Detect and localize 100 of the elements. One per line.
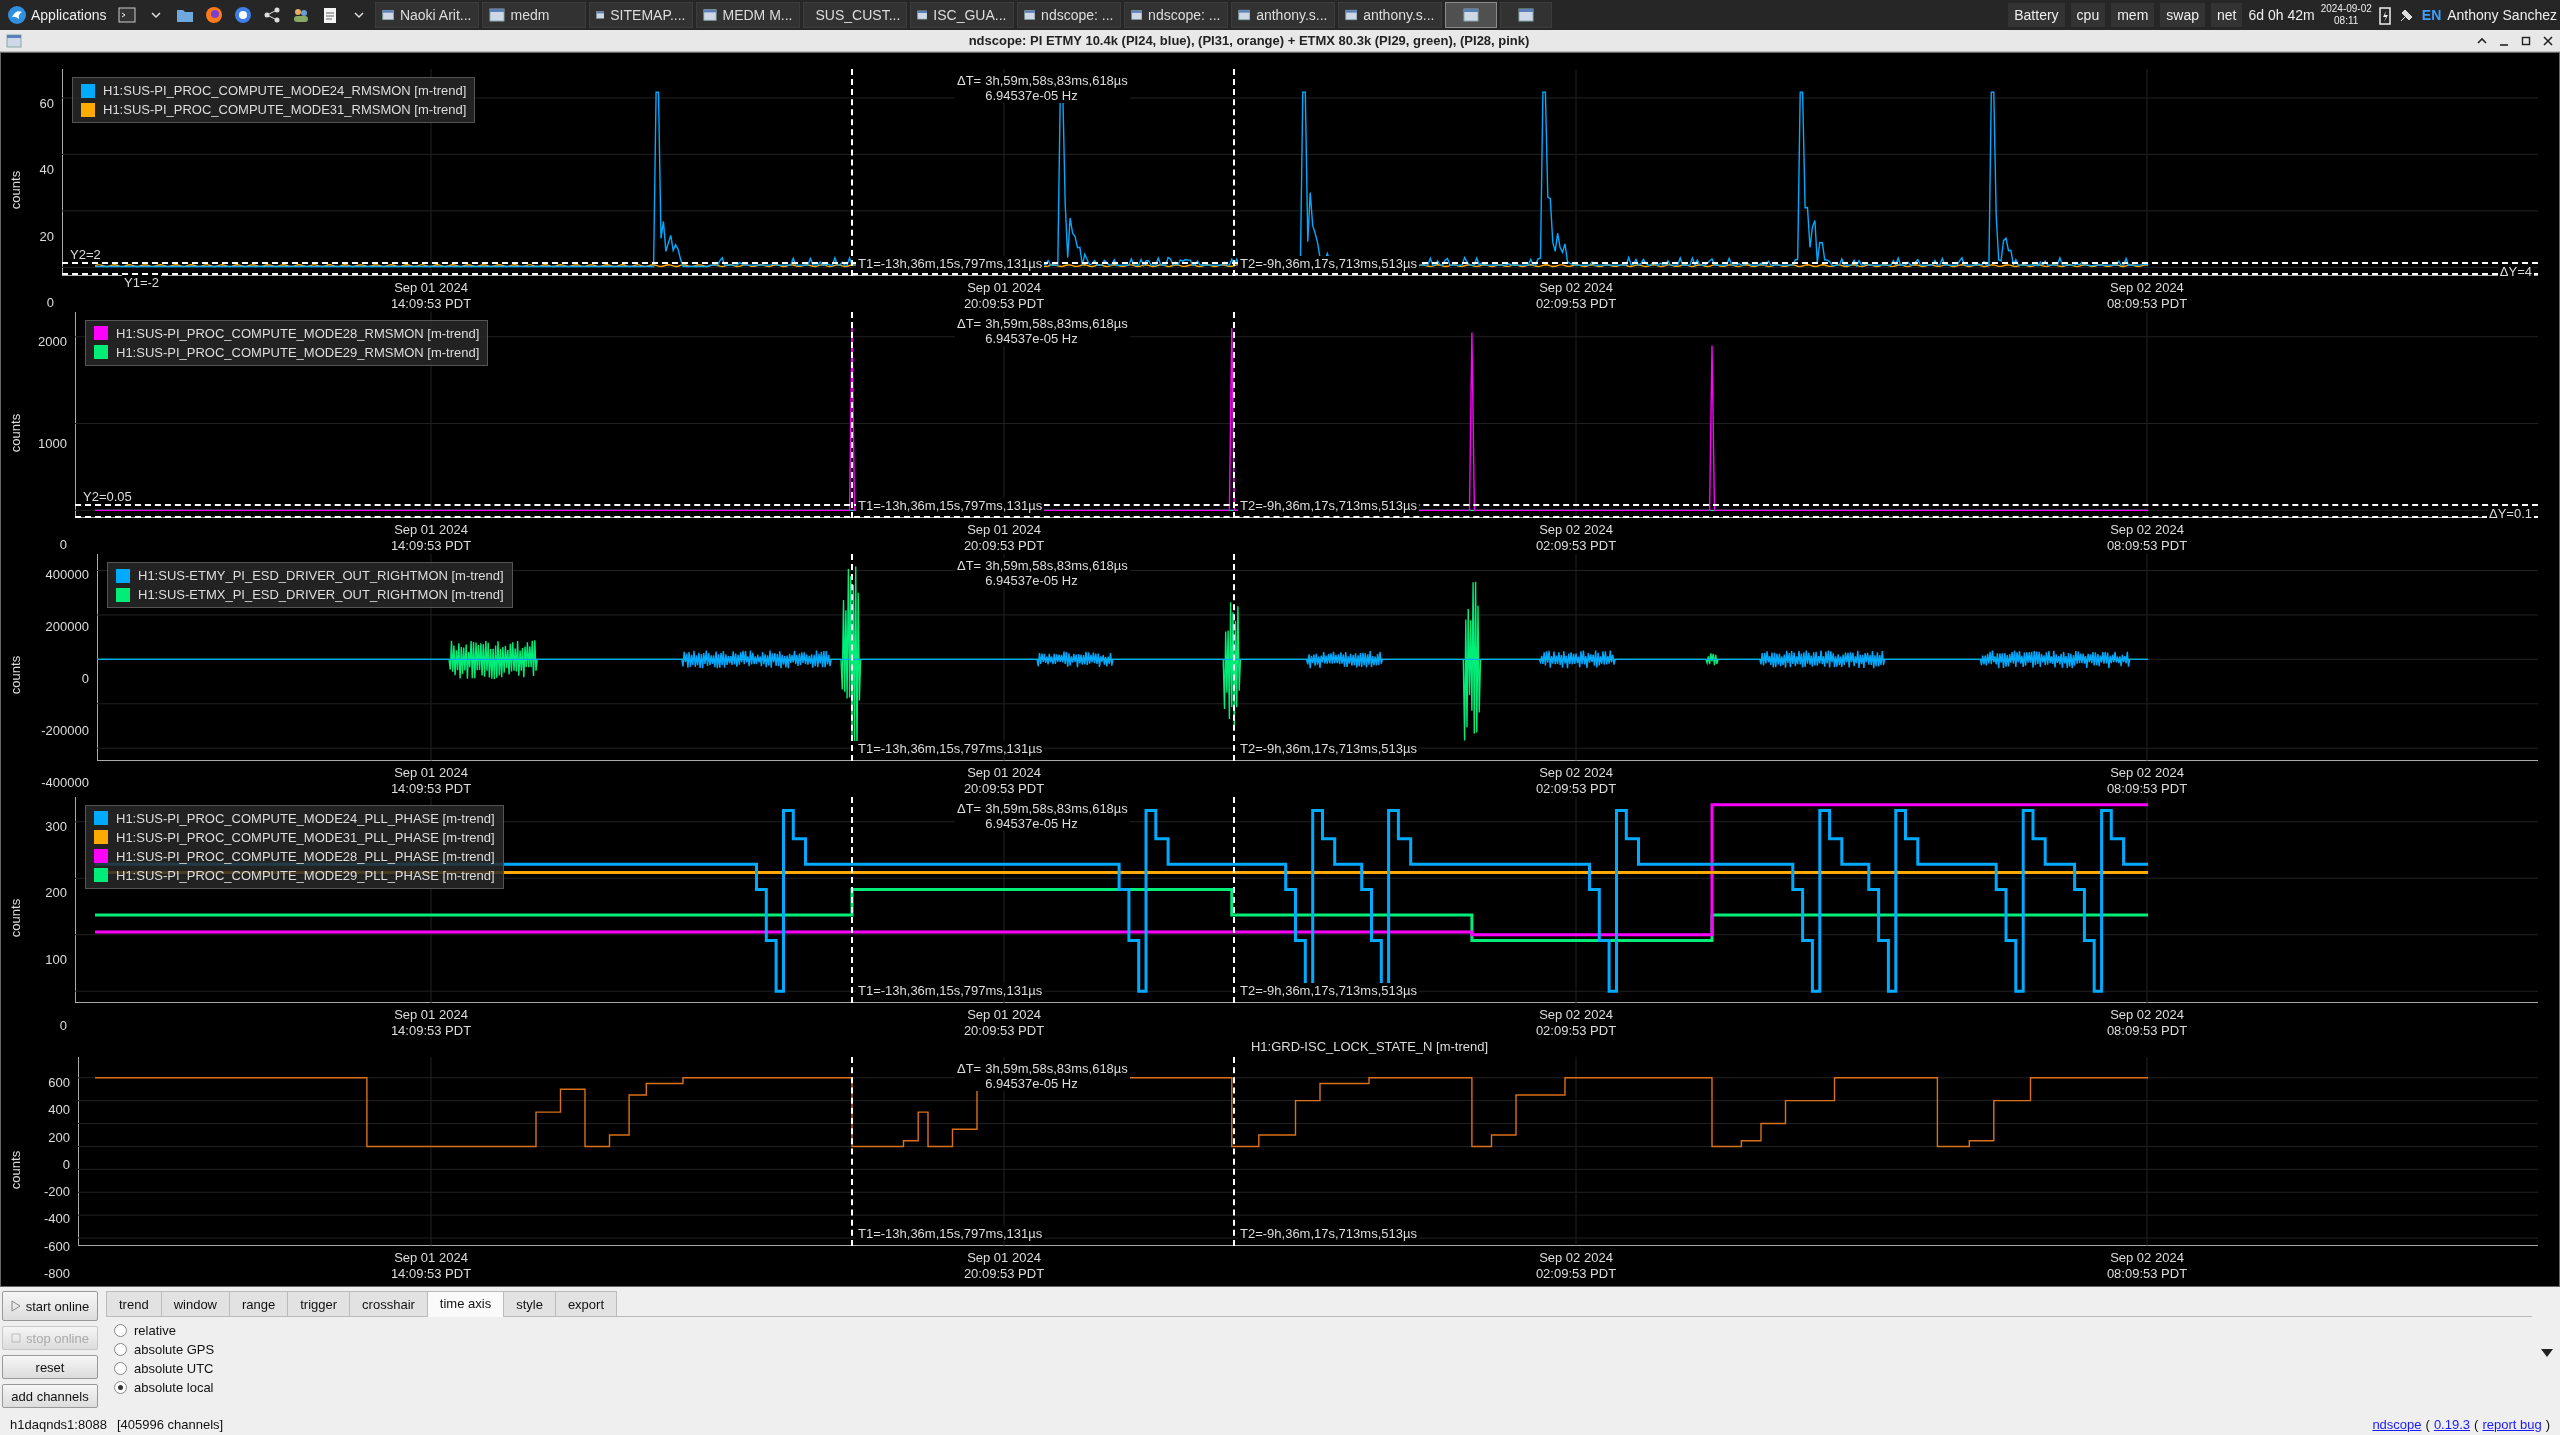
tab[interactable]: export: [554, 1291, 618, 1316]
cursor-line[interactable]: [1233, 311, 1235, 519]
legend-label: H1:SUS-PI_PROC_COMPUTE_MODE24_RMSMON [m-trend]: [103, 83, 467, 98]
cursor-line[interactable]: [851, 69, 853, 276]
taskbar-task[interactable]: [1444, 2, 1497, 28]
tick-label: Sep 02 2024: [1538, 279, 1614, 296]
legend-label: H1:SUS-PI_PROC_COMPUTE_MODE31_RMSMON [m-trend]: [103, 102, 467, 117]
tray-monitor[interactable]: swap: [2160, 3, 2205, 27]
keyboard-layout[interactable]: EN: [2421, 7, 2442, 23]
tick-label: 08:09:53 PDT: [2106, 780, 2188, 797]
radio-button[interactable]: [114, 1324, 127, 1337]
tick-label: Sep 01 2024: [966, 522, 1042, 539]
tick-label: 1000: [38, 435, 67, 451]
tray-monitor[interactable]: cpu: [2070, 3, 2106, 27]
taskbar-task[interactable]: SUS_CUST...: [802, 2, 907, 28]
cursor-line[interactable]: [1233, 554, 1235, 761]
tab[interactable]: trigger: [287, 1291, 351, 1316]
cursor-line[interactable]: [851, 796, 853, 1004]
caret-down-icon[interactable]: [2540, 1348, 2554, 1358]
user-name[interactable]: Anthony Sanchez: [2447, 7, 2557, 23]
cursor-label: ΔT=: [957, 558, 982, 576]
legend-label: H1:SUS-PI_PROC_COMPUTE_MODE31_PLL_PHASE [m-trend]: [116, 829, 495, 845]
link[interactable]: report bug: [2482, 1416, 2542, 1432]
tick-label: 08:09:53 PDT: [2106, 1265, 2188, 1282]
radio-button[interactable]: [114, 1343, 127, 1356]
tick-label: 02:09:53 PDT: [1535, 780, 1617, 797]
tab[interactable]: range: [229, 1291, 289, 1316]
taskbar-task[interactable]: medm: [481, 2, 586, 28]
radio-button[interactable]: [114, 1362, 127, 1375]
cursor-label: 6.94537e-05 Hz: [985, 1076, 1079, 1092]
tick-label: Sep 02 2024: [1538, 764, 1614, 781]
tick-label: Sep 01 2024: [393, 764, 469, 781]
legend-label: H1:SUS-PI_PROC_COMPUTE_MODE29_RMSMON [m-trend]: [116, 344, 480, 360]
cursor-line[interactable]: [851, 1057, 853, 1246]
close-icon[interactable]: [2542, 34, 2554, 47]
window-icon: [916, 8, 928, 22]
taskbar-task[interactable]: anthony.s...: [1230, 2, 1335, 28]
window-icon: [595, 8, 605, 22]
legend-label: H1:SUS-ETMX_PI_ESD_DRIVER_OUT_RIGHTMON [m-trend]: [138, 587, 504, 603]
tick-label: 14:09:53 PDT: [390, 1023, 472, 1040]
tray-monitor[interactable]: net: [2211, 3, 2243, 27]
tick-label: 0: [81, 670, 89, 686]
tray-monitor[interactable]: mem: [2111, 3, 2155, 27]
radio-label[interactable]: absolute local: [134, 1380, 214, 1395]
tick-label: Sep 01 2024: [393, 279, 469, 296]
battery-icon[interactable]: [2377, 5, 2392, 25]
taskbar-task[interactable]: Naoki Arit...: [374, 2, 479, 28]
taskbar-task[interactable]: ndscope: ...: [1123, 2, 1228, 28]
taskbar-task[interactable]: MEDM M...: [695, 2, 800, 28]
tab[interactable]: trend: [106, 1291, 162, 1316]
radio-button[interactable]: [114, 1381, 127, 1394]
tick-label: 40: [39, 161, 54, 177]
taskbar-task[interactable]: anthony.s...: [1337, 2, 1442, 28]
tab[interactable]: style: [503, 1291, 556, 1316]
tick-label: Sep 02 2024: [2109, 279, 2185, 296]
tick-label: 08:09:53 PDT: [2106, 1023, 2188, 1040]
applications-menu[interactable]: Applications: [3, 1, 111, 29]
cursor-label: 3h,59m,58s,83ms,618µs: [985, 315, 1128, 331]
tick-label: 20:09:53 PDT: [963, 1265, 1045, 1282]
cursor-line[interactable]: [1233, 1057, 1235, 1246]
tick-label: -400000: [41, 774, 89, 790]
cursor-line[interactable]: [851, 311, 853, 519]
cursor-line[interactable]: [851, 554, 853, 761]
action-button[interactable]: reset: [2, 1355, 98, 1379]
action-button[interactable]: add channels: [2, 1384, 98, 1408]
taskbar-task[interactable]: ndscope: ...: [1016, 2, 1121, 28]
tick-label: Sep 01 2024: [966, 1007, 1042, 1024]
axis-label: counts: [7, 656, 23, 695]
tick-label: 14:09:53 PDT: [390, 780, 472, 797]
link[interactable]: ndscope: [2372, 1416, 2422, 1432]
globe-icon[interactable]: [232, 5, 253, 25]
axis-label: counts: [7, 413, 23, 453]
cursor-label: 3h,59m,58s,83ms,618µs: [985, 1061, 1128, 1077]
taskbar-task[interactable]: ISC_GUA...: [909, 2, 1014, 28]
taskbar-task[interactable]: [1499, 2, 1552, 28]
link[interactable]: 0.19.3: [2433, 1416, 2471, 1432]
channel-count: [405996 channels]: [116, 1416, 224, 1432]
tick-label: 200: [45, 884, 67, 900]
taskbar-task[interactable]: SITEMAP....: [588, 2, 693, 28]
tab[interactable]: time axis: [426, 1291, 505, 1317]
radio-label[interactable]: relative: [134, 1323, 176, 1338]
tick-label: 02:09:53 PDT: [1535, 538, 1617, 555]
tick-label: 14:09:53 PDT: [390, 538, 472, 555]
tray-monitor[interactable]: Battery: [2008, 3, 2065, 27]
start-button[interactable]: start online: [2, 1291, 98, 1321]
axis-label: counts: [7, 1150, 23, 1189]
terminal-icon[interactable]: [116, 5, 137, 25]
tab[interactable]: window: [160, 1291, 230, 1316]
tick-label: Sep 01 2024: [393, 1007, 469, 1024]
cursor-label: T1=-13h,36m,15s,797ms,131µs: [856, 498, 1045, 514]
radio-label[interactable]: absolute GPS: [134, 1342, 215, 1357]
cursor-line[interactable]: [1233, 796, 1235, 1004]
tick-label: -600: [43, 1238, 70, 1254]
tick-label: 0: [59, 1017, 67, 1033]
tick-label: Sep 01 2024: [393, 522, 469, 539]
tab[interactable]: crosshair: [349, 1291, 428, 1316]
browser-icon[interactable]: [203, 5, 224, 25]
maximize-icon[interactable]: [2520, 34, 2532, 47]
cursor-line[interactable]: [1233, 69, 1235, 276]
radio-label[interactable]: absolute UTC: [134, 1361, 214, 1376]
